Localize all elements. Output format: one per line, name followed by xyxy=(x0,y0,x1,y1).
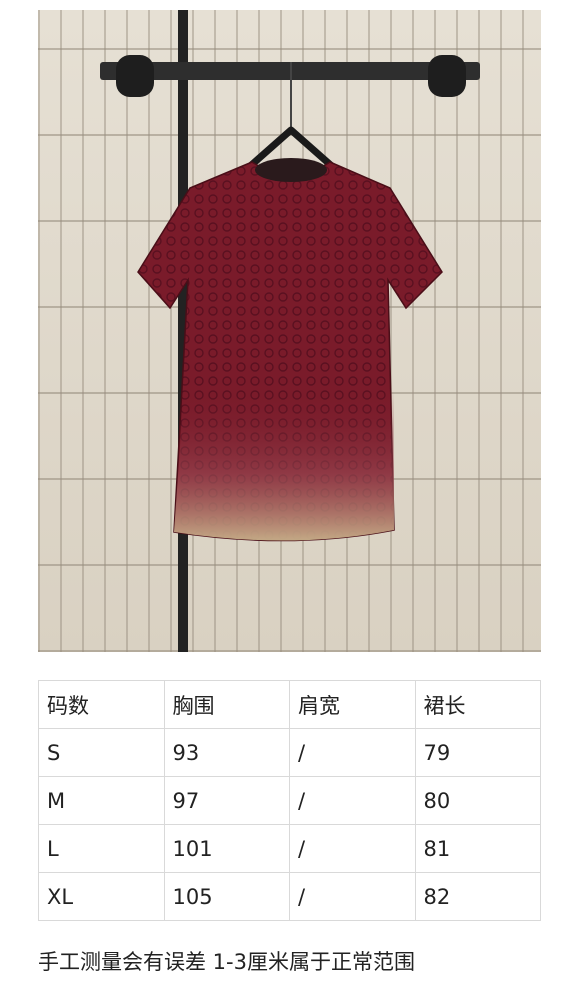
table-cell: XL xyxy=(38,872,165,921)
table-cell: 80 xyxy=(414,776,541,825)
measurement-note: 手工测量会有误差 1-3厘米属于正常范围 xyxy=(38,950,415,974)
table-cell: 93 xyxy=(163,728,290,777)
header-cell-size: 码数 xyxy=(38,680,165,729)
table-cell: 79 xyxy=(414,728,541,777)
table-cell: 97 xyxy=(163,776,290,825)
product-photo xyxy=(38,10,541,652)
table-cell: / xyxy=(289,872,416,921)
table-cell: 105 xyxy=(163,872,290,921)
rail-bracket-right xyxy=(428,55,466,97)
rail-bracket-left xyxy=(116,55,154,97)
table-cell: 101 xyxy=(163,824,290,873)
table-cell: / xyxy=(289,728,416,777)
table-row: L 101 / 81 xyxy=(38,824,541,873)
table-cell: L xyxy=(38,824,165,873)
table-row: M 97 / 80 xyxy=(38,776,541,825)
table-cell: / xyxy=(289,824,416,873)
table-row: S 93 / 79 xyxy=(38,728,541,777)
dress xyxy=(137,158,443,542)
header-cell-shoulder: 肩宽 xyxy=(289,680,416,729)
table-cell: S xyxy=(38,728,165,777)
dress-on-hanger-illustration xyxy=(100,10,480,652)
table-row: XL 105 / 82 xyxy=(38,872,541,921)
header-cell-length: 裙长 xyxy=(414,680,541,729)
table-cell: 82 xyxy=(414,872,541,921)
header-cell-bust: 胸围 xyxy=(163,680,290,729)
table-header-row: 码数 胸围 肩宽 裙长 xyxy=(38,680,541,729)
table-cell: / xyxy=(289,776,416,825)
table-cell: 81 xyxy=(414,824,541,873)
size-table: 码数 胸围 肩宽 裙长 S 93 / 79 M 97 / 80 L 101 / … xyxy=(38,680,541,921)
table-cell: M xyxy=(38,776,165,825)
